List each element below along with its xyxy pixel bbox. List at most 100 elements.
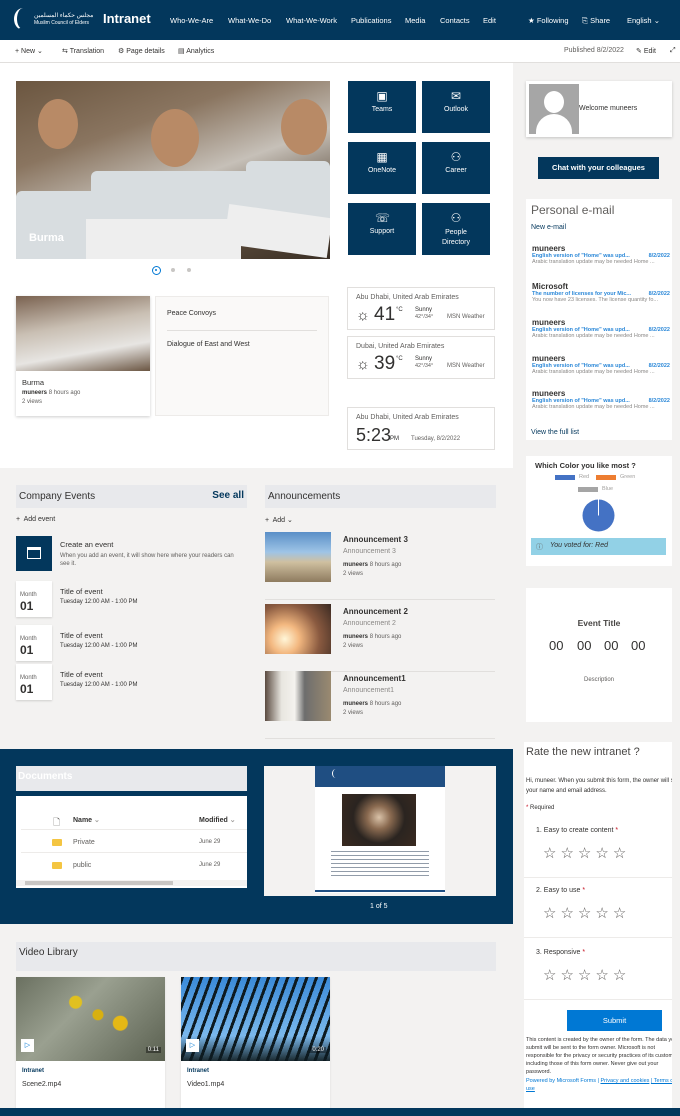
news-card[interactable]: Burma muneers 8 hours ago 2 views bbox=[16, 296, 150, 416]
quick-link-outlook[interactable]: ✉ Outlook bbox=[422, 81, 490, 133]
star-rating[interactable]: ☆ ☆ ☆ ☆ ☆ bbox=[543, 904, 630, 922]
logo-arabic: مجلس حكماء المسلمين bbox=[34, 13, 94, 19]
email-item[interactable]: muneers 8/2/2022 English version of "Home"… bbox=[532, 354, 670, 375]
announcement-views: 2 views bbox=[343, 710, 364, 716]
quick-link-teams[interactable]: ▣ Teams bbox=[348, 81, 416, 133]
quick-link-career[interactable]: ⚇ Career bbox=[422, 142, 490, 194]
scrollbar-thumb[interactable] bbox=[25, 881, 173, 885]
horizontal-scrollbar[interactable] bbox=[16, 880, 247, 886]
vote-text: You voted for: Red bbox=[550, 542, 608, 549]
info-icon: ⓘ bbox=[536, 544, 543, 551]
announcement-item[interactable]: Announcement1 Announcement1 muneers 8 ho… bbox=[265, 671, 495, 739]
news-link[interactable]: Dialogue of East and West bbox=[167, 341, 250, 348]
clock-location: Abu Dhabi, United Arab Emirates bbox=[356, 414, 459, 421]
nav-edit[interactable]: Edit bbox=[483, 16, 496, 25]
star-rating[interactable]: ☆ ☆ ☆ ☆ ☆ bbox=[543, 966, 630, 984]
play-icon[interactable]: ▷ bbox=[186, 1039, 199, 1052]
star-icon[interactable]: ☆ bbox=[578, 845, 591, 862]
expand-icon[interactable]: ⤢ bbox=[670, 47, 676, 55]
star-icon[interactable]: ☆ bbox=[560, 967, 573, 984]
email-item[interactable]: muneers 8/2/2022 English version of "Home"… bbox=[532, 389, 670, 410]
chat-button[interactable]: Chat with your colleagues bbox=[538, 157, 659, 179]
column-name[interactable]: Name ⌄ bbox=[73, 816, 100, 824]
add-event-button[interactable]: + Add event bbox=[16, 516, 55, 523]
form-intro: Hi, muneer. When you submit this form, t… bbox=[526, 778, 672, 794]
announcement-item[interactable]: Announcement 3 Announcement 3 muneers 8 … bbox=[265, 532, 495, 600]
weather-source[interactable]: MSN Weather bbox=[447, 314, 485, 320]
email-item[interactable]: muneers 8/2/2022 English version of "Home"… bbox=[532, 318, 670, 339]
avatar bbox=[529, 84, 579, 134]
star-icon[interactable]: ☆ bbox=[595, 967, 608, 984]
news-title: Burma bbox=[22, 378, 45, 387]
carousel-dot[interactable] bbox=[171, 268, 175, 272]
carousel-dot-active[interactable] bbox=[152, 266, 161, 275]
announcement-subtitle: Announcement 2 bbox=[343, 620, 396, 627]
submit-button[interactable]: Submit bbox=[567, 1010, 662, 1031]
event-date: Month 01 bbox=[16, 625, 52, 661]
view-full-list-link[interactable]: View the full list bbox=[531, 429, 579, 436]
weather-source[interactable]: MSN Weather bbox=[447, 363, 485, 369]
email-item[interactable]: muneers 8/2/2022 English version of "Home"… bbox=[532, 244, 670, 265]
star-icon[interactable]: ☆ bbox=[613, 967, 626, 984]
star-icon[interactable]: ☆ bbox=[613, 905, 626, 922]
analytics-button[interactable]: ▤ Analytics bbox=[178, 47, 214, 55]
nav-what-we-do[interactable]: What-We-Do bbox=[228, 16, 271, 25]
column-modified[interactable]: Modified ⌄ bbox=[199, 816, 236, 824]
announcement-thumbnail bbox=[265, 532, 331, 582]
star-icon[interactable]: ☆ bbox=[560, 845, 573, 862]
email-item[interactable]: Microsoft 8/2/2022 The number of licenses … bbox=[532, 282, 670, 303]
translation-button[interactable]: ⇆ Translation bbox=[62, 47, 104, 55]
play-icon[interactable]: ▷ bbox=[21, 1039, 34, 1052]
star-rating[interactable]: ☆ ☆ ☆ ☆ ☆ bbox=[543, 844, 630, 862]
plus-icon: + bbox=[265, 517, 270, 524]
news-meta: muneers 8 hours ago bbox=[22, 390, 81, 396]
nav-what-we-work[interactable]: What-We-Work bbox=[286, 16, 337, 25]
quick-link-people-directory[interactable]: ⚇ People Directory bbox=[422, 203, 490, 255]
document-name[interactable]: Private bbox=[73, 839, 95, 846]
star-icon[interactable]: ☆ bbox=[613, 845, 626, 862]
star-icon[interactable]: ☆ bbox=[578, 905, 591, 922]
document-page bbox=[315, 787, 445, 893]
star-icon[interactable]: ☆ bbox=[543, 905, 556, 922]
event-item[interactable]: Month 01 Title of event Tuesday 12:00 AM … bbox=[16, 664, 246, 700]
nav-who-we-are[interactable]: Who-We-Are bbox=[170, 16, 213, 25]
star-icon[interactable]: ☆ bbox=[560, 905, 573, 922]
site-title[interactable]: Intranet bbox=[103, 11, 151, 26]
following-button[interactable]: ★ Following bbox=[528, 16, 569, 25]
video-card[interactable]: ▷ 0:20 Intranet Video1.mp4 bbox=[181, 977, 330, 1116]
star-icon[interactable]: ☆ bbox=[595, 845, 608, 862]
page-details-button[interactable]: ⚙ Page details bbox=[118, 47, 165, 55]
events-title: Company Events bbox=[19, 491, 96, 502]
nav-media[interactable]: Media bbox=[405, 16, 425, 25]
star-icon[interactable]: ☆ bbox=[543, 845, 556, 862]
new-button[interactable]: + New ⌄ bbox=[15, 47, 43, 55]
announcement-item[interactable]: Announcement 2 Announcement 2 muneers 8 … bbox=[265, 604, 495, 672]
nav-contacts[interactable]: Contacts bbox=[440, 16, 470, 25]
question-label: 2. Easy to use * bbox=[536, 887, 586, 894]
legend-swatch-blue bbox=[578, 487, 598, 492]
new-email-link[interactable]: New e-mail bbox=[531, 224, 566, 231]
weather-unit: °C bbox=[396, 307, 403, 313]
share-button[interactable]: ⎘ Share bbox=[582, 16, 610, 26]
star-icon[interactable]: ☆ bbox=[578, 967, 591, 984]
star-icon[interactable]: ☆ bbox=[595, 905, 608, 922]
star-icon[interactable]: ☆ bbox=[543, 967, 556, 984]
news-views: 2 views bbox=[22, 399, 43, 405]
document-name[interactable]: public bbox=[73, 862, 91, 869]
event-item[interactable]: Month 01 Title of event Tuesday 12:00 AM … bbox=[16, 581, 246, 617]
rating-form: Rate the new intranet ? Hi, muneer. When… bbox=[524, 742, 672, 1108]
video-card[interactable]: ▷ 0:11 Intranet Scene2.mp4 bbox=[16, 977, 165, 1116]
file-viewer[interactable] bbox=[264, 766, 496, 896]
edit-button[interactable]: ✎ Edit bbox=[636, 47, 656, 55]
quick-link-onenote[interactable]: ▦ OneNote bbox=[348, 142, 416, 194]
carousel-dot[interactable] bbox=[187, 268, 191, 272]
add-announcement-button[interactable]: + Add ⌄ bbox=[265, 516, 293, 524]
see-all-link[interactable]: See all bbox=[212, 490, 244, 501]
news-link[interactable]: Peace Convoys bbox=[167, 310, 216, 317]
nav-publications[interactable]: Publications bbox=[351, 16, 391, 25]
language-selector[interactable]: English ⌄ bbox=[627, 16, 660, 25]
logo[interactable]: مجلس حكماء المسلمين Muslim Council of El… bbox=[14, 8, 94, 32]
quick-link-support[interactable]: ☏ Support bbox=[348, 203, 416, 255]
event-item[interactable]: Month 01 Title of event Tuesday 12:00 AM … bbox=[16, 625, 246, 661]
star-icon: ★ bbox=[528, 16, 535, 25]
